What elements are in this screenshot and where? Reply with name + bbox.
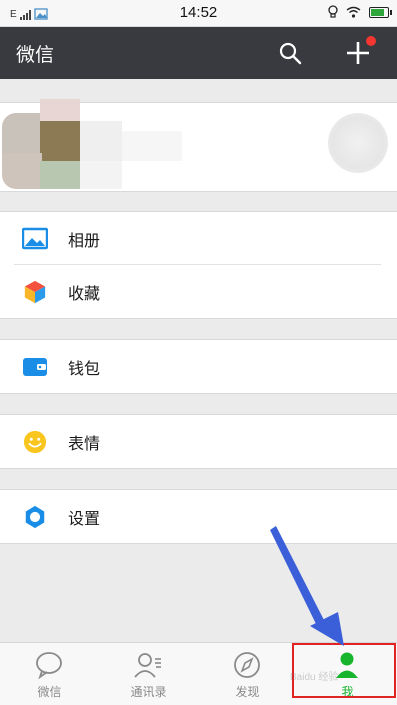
menu-group-1: 相册 收藏 — [0, 211, 397, 319]
sticker-icon — [23, 430, 47, 454]
wifi-icon — [346, 6, 361, 18]
tab-discover[interactable]: 发现 — [198, 643, 297, 705]
menu-item-label: 设置 — [68, 509, 101, 528]
status-bar: E 14:52 — [0, 0, 397, 27]
tab-label: 通讯录 — [130, 685, 167, 699]
menu-item-label: 钱包 — [68, 359, 101, 378]
compass-icon — [234, 652, 260, 678]
favorites-icon — [24, 280, 46, 304]
menu-item-label: 相册 — [68, 231, 101, 250]
bulb-icon — [328, 5, 338, 18]
settings-icon — [25, 505, 45, 529]
profile-card[interactable] — [0, 99, 397, 192]
menu-item-album[interactable]: 相册 — [0, 212, 397, 265]
qr-code-icon[interactable] — [328, 113, 388, 173]
menu-group-3: 表情 — [0, 414, 397, 469]
app-bar: 微信 — [0, 27, 397, 79]
menu-item-label: 表情 — [68, 434, 101, 453]
battery-icon — [369, 6, 392, 18]
menu-group-4: 设置 — [0, 489, 397, 544]
contacts-icon — [134, 653, 161, 678]
notification-dot — [366, 36, 376, 46]
menu-item-settings[interactable]: 设置 — [0, 490, 397, 543]
menu-item-label: 收藏 — [68, 284, 101, 303]
chat-bubble-icon — [36, 652, 62, 679]
wallet-icon — [23, 358, 47, 376]
search-icon[interactable] — [278, 41, 302, 65]
tab-label: 发现 — [235, 685, 260, 699]
tab-label: 微信 — [37, 685, 62, 699]
menu-item-favorites[interactable]: 收藏 — [0, 265, 397, 318]
status-icons — [328, 5, 392, 19]
add-button[interactable] — [345, 36, 376, 66]
page-title: 微信 — [16, 44, 55, 66]
menu-group-2: 钱包 — [0, 339, 397, 394]
menu-item-stickers[interactable]: 表情 — [0, 415, 397, 468]
tab-chats[interactable]: 微信 — [0, 643, 99, 705]
menu-item-wallet[interactable]: 钱包 — [0, 340, 397, 393]
tab-contacts[interactable]: 通讯录 — [99, 643, 198, 705]
album-icon — [22, 227, 48, 250]
watermark: Baidu 经验 — [290, 672, 339, 683]
